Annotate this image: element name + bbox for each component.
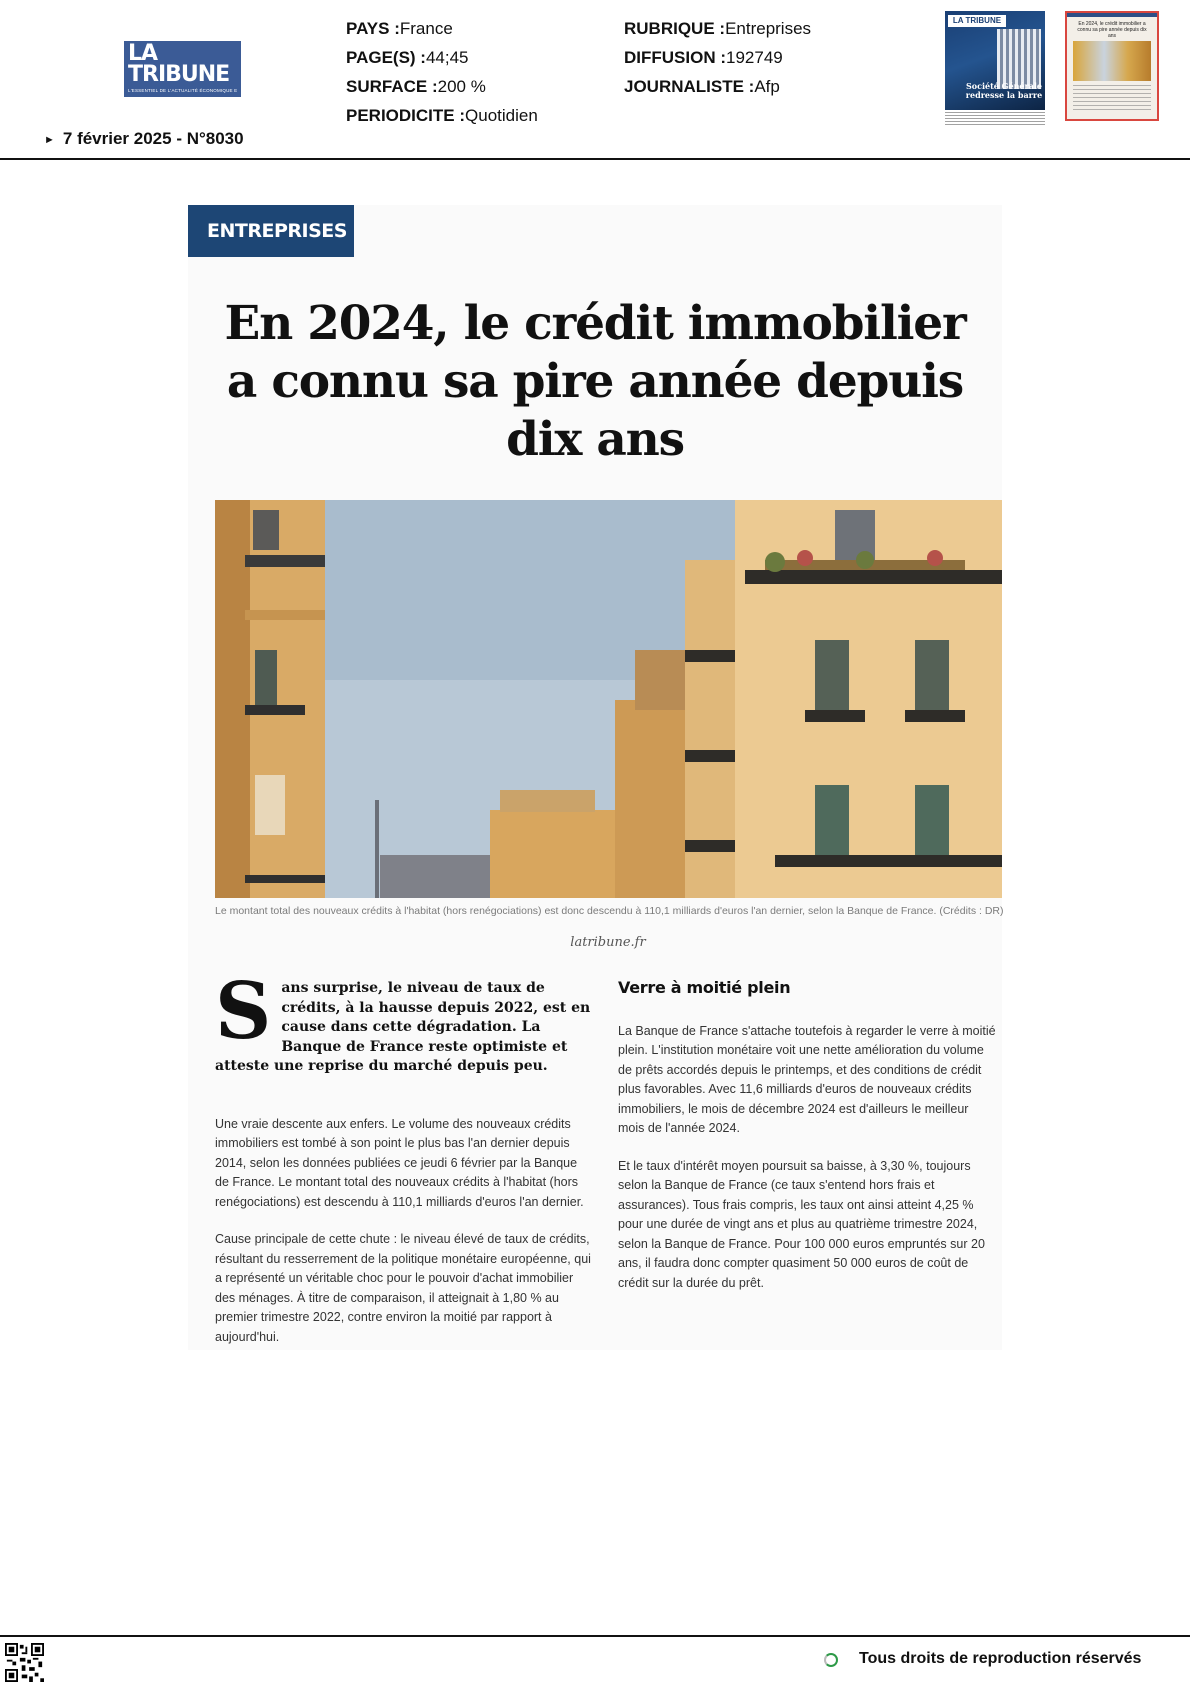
cover-thumbnail[interactable]: LA TRIBUNE Société Générale redresse la … bbox=[945, 11, 1045, 110]
status-ring-icon bbox=[824, 1653, 838, 1667]
drop-cap: S bbox=[215, 966, 272, 1057]
meta-journalist: JOURNALISTE :Afp bbox=[624, 77, 780, 96]
cover-thumbnail-headline: Société Générale redresse la barre bbox=[965, 81, 1043, 100]
page-thumbnail-bar bbox=[1067, 13, 1157, 17]
meta-pages: PAGE(S) :44;45 bbox=[346, 48, 469, 67]
meta-rubrique: RUBRIQUE :Entreprises bbox=[624, 19, 812, 38]
article-source: latribune.fr bbox=[570, 935, 646, 950]
meta-country: PAYS :France bbox=[346, 19, 453, 38]
cover-thumbnail-text-lines bbox=[945, 112, 1045, 126]
article: ENTREPRISES En 2024, le crédit immobilie… bbox=[188, 205, 1004, 1350]
rubrique-badge: ENTREPRISES bbox=[188, 205, 354, 257]
footer-divider bbox=[0, 1635, 1190, 1637]
header-divider bbox=[0, 158, 1190, 160]
article-column-right: Verre à moitié plein La Banque de France… bbox=[618, 975, 996, 1311]
article-column-left: S ans surprise, le niveau de taux de cré… bbox=[215, 966, 593, 1347]
article-paragraph: La Banque de France s'attache toutefois … bbox=[618, 1023, 996, 1136]
page-thumbnail-image bbox=[1073, 41, 1151, 81]
issue-date: ► 7 février 2025 - N°8030 bbox=[44, 129, 244, 149]
meta-right: RUBRIQUE :Entreprises DIFFUSION :192749 … bbox=[624, 14, 811, 101]
page-thumbnail[interactable]: En 2024, le crédit immobilier a connu sa… bbox=[1065, 11, 1159, 121]
meta-left: PAYS :France PAGE(S) :44;45 SURFACE :200… bbox=[346, 14, 538, 130]
article-paragraph: Une vraie descente aux enfers. Le volume… bbox=[215, 1116, 584, 1209]
issue-date-text: 7 février 2025 - N°8030 bbox=[62, 129, 244, 148]
qr-code-icon[interactable] bbox=[5, 1643, 44, 1682]
article-paragraph: Et le taux d'intérêt moyen poursuit sa b… bbox=[618, 1158, 985, 1290]
article-headline: En 2024, le crédit immobilier a connu sa… bbox=[224, 296, 966, 467]
photo-caption: Le montant total des nouveaux crédits à … bbox=[215, 905, 1004, 917]
article-paragraph: Cause principale de cette chute : le niv… bbox=[215, 1232, 591, 1344]
article-lead: ans surprise, le niveau de taux de crédi… bbox=[215, 980, 591, 1074]
cover-thumbnail-image bbox=[997, 29, 1041, 89]
paris-buildings-illustration bbox=[215, 500, 1002, 898]
la-tribune-logo: LA TRIBUNE L'ESSENTIEL DE L'ACTUALITÉ ÉC… bbox=[124, 41, 241, 97]
article-subhead: Verre à moitié plein bbox=[618, 978, 791, 997]
meta-periodicity: PERIODICITE :Quotidien bbox=[346, 106, 538, 125]
article-photo bbox=[215, 500, 1002, 898]
meta-diffusion: DIFFUSION :192749 bbox=[624, 48, 783, 67]
cover-thumbnail-logo: LA TRIBUNE bbox=[948, 15, 1006, 27]
rights-notice: Tous droits de reproduction réservés bbox=[859, 1650, 1142, 1667]
meta-surface: SURFACE :200 % bbox=[346, 77, 486, 96]
page-thumbnail-headline: En 2024, le crédit immobilier a connu sa… bbox=[1077, 21, 1147, 39]
arrow-right-icon: ► bbox=[44, 134, 55, 146]
page-thumbnail-text-lines bbox=[1073, 85, 1151, 113]
